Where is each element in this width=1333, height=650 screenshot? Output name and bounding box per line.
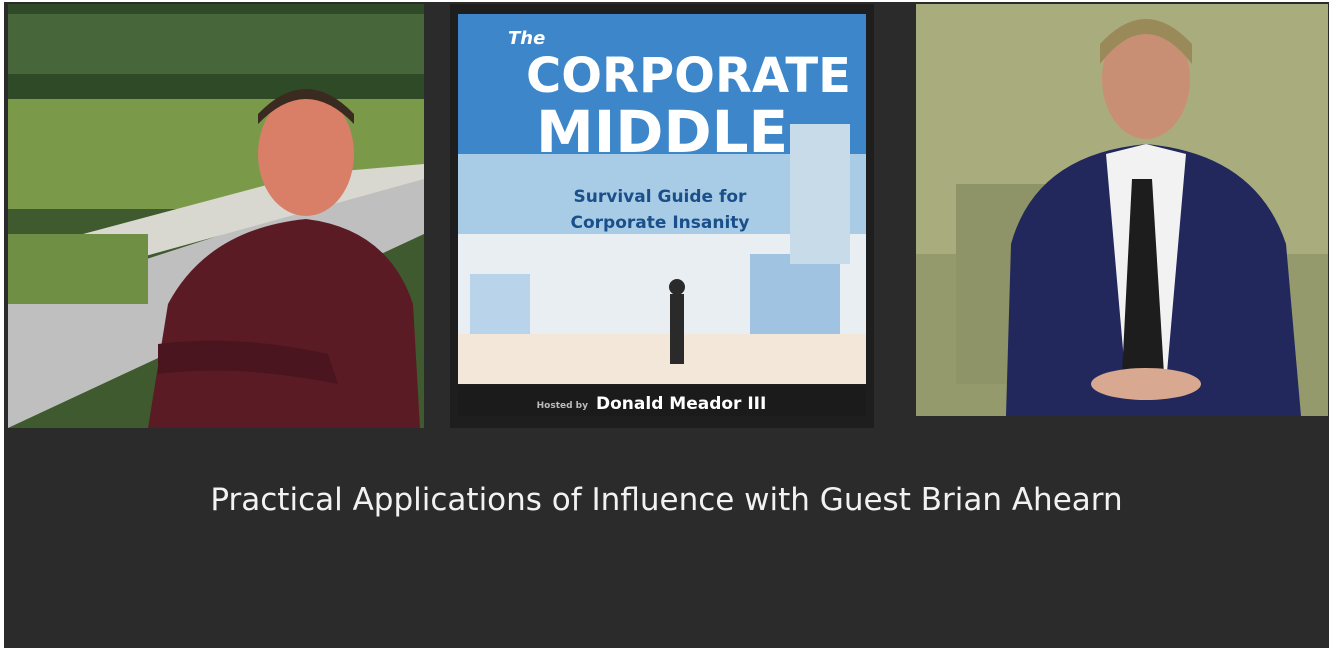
silhouette-figure (670, 294, 684, 364)
guest-photo (916, 4, 1328, 416)
podcast-cover: The CORPORATE MIDDLE Survival Guide for … (450, 4, 874, 428)
cover-title-line1: CORPORATE (526, 48, 851, 104)
cover-the: The (508, 28, 545, 49)
cover-hosted-by: Hosted by (537, 401, 588, 411)
video-thumbnail[interactable]: The CORPORATE MIDDLE Survival Guide for … (4, 2, 1329, 648)
host-photo-panel (8, 4, 424, 428)
cover-subtitle-line1: Survival Guide for (574, 187, 748, 207)
cover-host-name: Donald Meador III (596, 394, 766, 414)
episode-title: Practical Applications of Influence with… (210, 482, 1123, 518)
cover-title-line2: MIDDLE (536, 98, 788, 166)
host-photo (8, 4, 424, 428)
podcast-cover-panel: The CORPORATE MIDDLE Survival Guide for … (450, 4, 874, 428)
guest-photo-panel (916, 4, 1328, 416)
cover-subtitle-line2: Corporate Insanity (571, 213, 750, 233)
